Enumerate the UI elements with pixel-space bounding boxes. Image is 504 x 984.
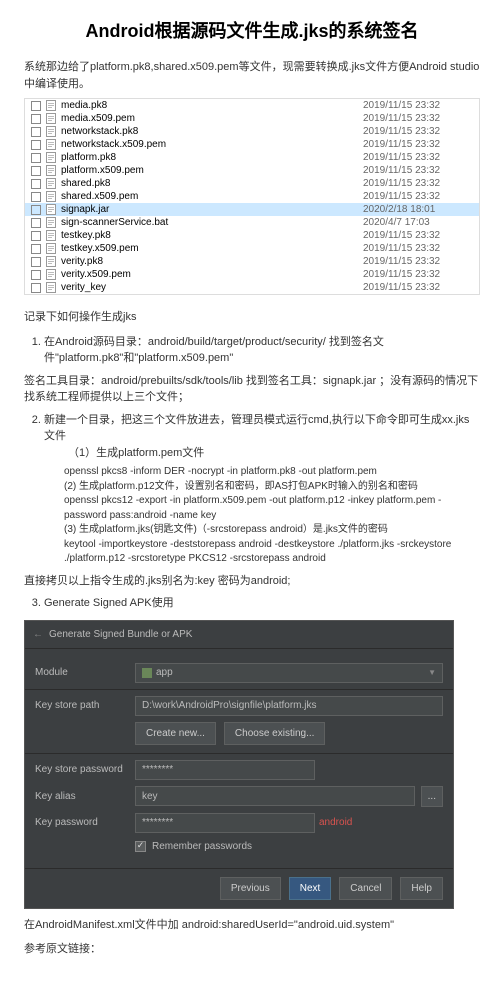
file-checkbox[interactable] xyxy=(31,205,41,215)
file-name: verity_key xyxy=(61,280,363,295)
file-checkbox[interactable] xyxy=(31,179,41,189)
code-line: openssl pkcs8 -inform DER -nocrypt -in p… xyxy=(64,465,480,480)
file-icon xyxy=(45,256,57,268)
module-icon xyxy=(142,668,152,678)
file-date: 2019/11/15 23:32 xyxy=(363,280,473,295)
generate-signed-dialog: ← Generate Signed Bundle or APK Module a… xyxy=(24,620,454,909)
key-password-label: Key password xyxy=(35,815,135,830)
cancel-button[interactable]: Cancel xyxy=(339,877,392,900)
file-checkbox[interactable] xyxy=(31,231,41,241)
file-icon xyxy=(45,243,57,255)
after-code-text: 直接拷贝以上指令生成的.jks别名为:key 密码为android; xyxy=(24,573,480,590)
file-icon xyxy=(45,230,57,242)
manifest-line: 在AndroidManifest.xml文件中加 android:sharedU… xyxy=(24,917,480,934)
step-2: 新建一个目录，把这三个文件放进去，管理员模式运行cmd,执行以下命令即可生成xx… xyxy=(44,412,480,462)
reference-line: 参考原文链接： xyxy=(24,941,480,958)
next-button[interactable]: Next xyxy=(289,877,332,900)
file-checkbox[interactable] xyxy=(31,192,41,202)
dialog-titlebar: ← Generate Signed Bundle or APK xyxy=(25,621,453,649)
remember-passwords-label: Remember passwords xyxy=(152,839,252,854)
code-line: keytool -importkeystore -deststorepass a… xyxy=(64,538,480,567)
file-icon xyxy=(45,178,57,190)
previous-button[interactable]: Previous xyxy=(220,877,281,900)
file-checkbox[interactable] xyxy=(31,101,41,111)
module-value: app xyxy=(156,665,173,680)
key-password-input[interactable]: ******** xyxy=(135,813,315,833)
step-3: Generate Signed APK使用 xyxy=(44,595,480,612)
file-row[interactable]: verity_key2019/11/15 23:32 xyxy=(25,281,479,294)
bat-file-icon xyxy=(45,217,57,229)
file-checkbox[interactable] xyxy=(31,283,41,293)
tool-line: 签名工具目录：android/prebuilts/sdk/tools/lib 找… xyxy=(24,373,480,406)
choose-existing-button[interactable]: Choose existing... xyxy=(224,722,326,745)
create-new-button[interactable]: Create new... xyxy=(135,722,216,745)
module-label: Module xyxy=(35,665,135,680)
step-1: 在Android源码目录：android/build/target/produc… xyxy=(44,334,480,367)
step-2-text: 新建一个目录，把这三个文件放进去，管理员模式运行cmd,执行以下命令即可生成xx… xyxy=(44,414,469,443)
file-checkbox[interactable] xyxy=(31,140,41,150)
step-2-sub: （1）生成platform.pem文件 xyxy=(68,445,480,462)
keystore-password-label: Key store password xyxy=(35,762,135,777)
file-checkbox[interactable] xyxy=(31,153,41,163)
key-alias-label: Key alias xyxy=(35,789,135,804)
file-list: media.pk82019/11/15 23:32media.x509.pem2… xyxy=(24,98,480,295)
back-arrow-icon[interactable]: ← xyxy=(33,627,43,642)
file-icon xyxy=(45,165,57,177)
dialog-breadcrumb: Generate Signed Bundle or APK xyxy=(49,627,192,642)
chevron-down-icon: ▼ xyxy=(428,667,436,679)
file-icon xyxy=(45,126,57,138)
help-button[interactable]: Help xyxy=(400,877,443,900)
code-block: openssl pkcs8 -inform DER -nocrypt -in p… xyxy=(64,465,480,567)
file-checkbox[interactable] xyxy=(31,114,41,124)
intro-text: 系统那边给了platform.pk8,shared.x509.pem等文件，现需… xyxy=(24,59,480,92)
key-alias-browse-button[interactable]: ... xyxy=(421,786,443,807)
file-checkbox[interactable] xyxy=(31,218,41,228)
file-checkbox[interactable] xyxy=(31,257,41,267)
keystore-password-input[interactable]: ******** xyxy=(135,760,315,780)
file-icon xyxy=(45,282,57,294)
page-title: Android根据源码文件生成.jks的系统签名 xyxy=(24,18,480,45)
file-checkbox[interactable] xyxy=(31,127,41,137)
code-line: openssl pkcs12 -export -in platform.x509… xyxy=(64,494,480,523)
file-icon xyxy=(45,113,57,125)
key-alias-input[interactable]: key xyxy=(135,786,415,806)
code-line: (2) 生成platform.p12文件，设置别名和密码，即AS打包APK时输入… xyxy=(64,480,480,495)
jar-file-icon xyxy=(45,204,57,216)
keystore-path-label: Key store path xyxy=(35,698,135,713)
module-select[interactable]: app ▼ xyxy=(135,663,443,683)
file-icon xyxy=(45,191,57,203)
section-header: 记录下如何操作生成jks xyxy=(24,309,480,326)
remember-passwords-checkbox[interactable]: ✓ xyxy=(135,841,146,852)
file-icon xyxy=(45,152,57,164)
file-checkbox[interactable] xyxy=(31,244,41,254)
file-icon xyxy=(45,100,57,112)
file-checkbox[interactable] xyxy=(31,270,41,280)
file-icon xyxy=(45,269,57,281)
code-line: (3) 生成platform.jks(钥匙文件)（-srcstorepass a… xyxy=(64,523,480,538)
file-checkbox[interactable] xyxy=(31,166,41,176)
password-hint: android xyxy=(319,815,352,830)
file-icon xyxy=(45,139,57,151)
